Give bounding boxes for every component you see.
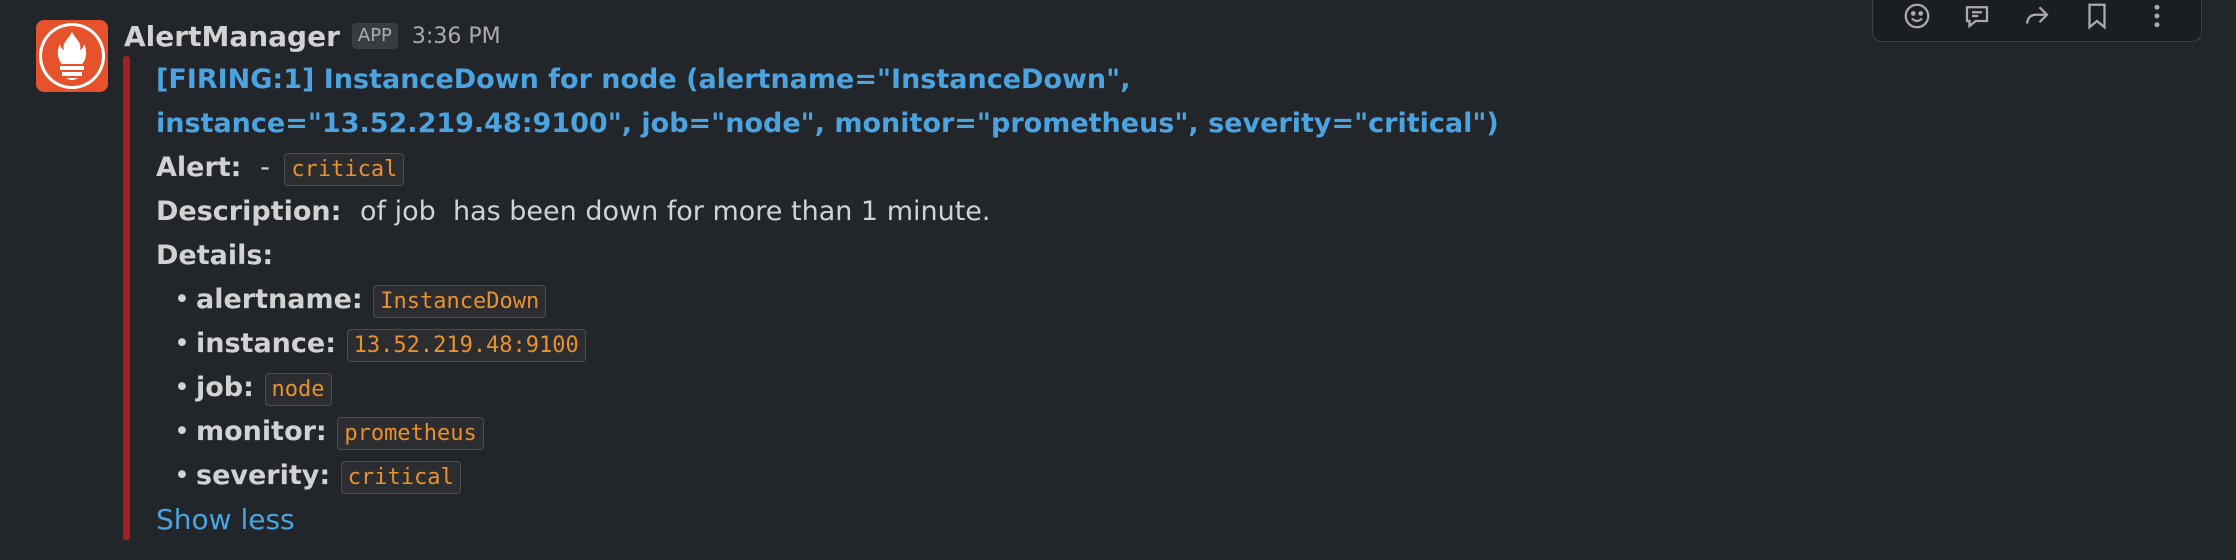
bullet: •	[174, 284, 190, 315]
message-actions-toolbar	[1872, 0, 2202, 42]
detail-key: instance:	[196, 328, 337, 359]
detail-value: prometheus	[337, 417, 484, 450]
alert-row: Alert: - critical	[156, 146, 2056, 190]
detail-key: severity:	[196, 460, 331, 491]
detail-value: InstanceDown	[373, 285, 547, 318]
avatar[interactable]	[36, 20, 108, 92]
alert-separator: -	[260, 152, 270, 183]
timestamp[interactable]: 3:36 PM	[412, 24, 501, 49]
alert-label: Alert:	[156, 152, 242, 183]
details-list: • alertname: InstanceDown • instance: 13…	[156, 278, 2056, 498]
detail-item: • job: node	[156, 366, 2056, 410]
bullet: •	[174, 460, 190, 491]
share-message-button[interactable]	[2019, 0, 2055, 34]
detail-item: • instance: 13.52.219.48:9100	[156, 322, 2056, 366]
bullet: •	[174, 416, 190, 447]
alert-value: critical	[284, 153, 405, 186]
detail-value: critical	[340, 461, 461, 494]
bullet: •	[174, 328, 190, 359]
prometheus-logo-icon	[39, 23, 105, 89]
bookmark-icon	[2088, 3, 2106, 30]
description-label: Description:	[156, 196, 342, 227]
attachment-color-bar	[123, 56, 130, 540]
details-label: Details:	[156, 240, 274, 271]
message-header: AlertManager APP 3:36 PM	[124, 14, 501, 58]
more-actions-button[interactable]	[2139, 0, 2175, 34]
detail-value: node	[264, 373, 332, 406]
app-badge: APP	[351, 23, 398, 49]
bullet: •	[174, 372, 190, 403]
description-row: Description: of job has been down for mo…	[156, 190, 2056, 234]
detail-key: alertname:	[196, 284, 363, 315]
alert-attachment: [FIRING:1] InstanceDown for node (alertn…	[156, 58, 2056, 542]
detail-item: • monitor: prometheus	[156, 410, 2056, 454]
detail-key: job:	[196, 372, 254, 403]
detail-item: • alertname: InstanceDown	[156, 278, 2056, 322]
sender-name[interactable]: AlertManager	[124, 20, 340, 53]
show-less-link[interactable]: Show less	[156, 498, 2056, 542]
add-reaction-button[interactable]	[1899, 0, 1935, 34]
alert-title-line: [FIRING:1] InstanceDown for node (alertn…	[156, 64, 1131, 95]
message: AlertManager APP 3:36 PM [FIRING:1] Inst…	[0, 0, 2236, 560]
save-message-button[interactable]	[2079, 0, 2115, 34]
detail-value: 13.52.219.48:9100	[346, 329, 586, 362]
more-actions-icon	[2154, 4, 2160, 28]
detail-key: monitor:	[196, 416, 327, 447]
emoji-reaction-icon	[1904, 3, 1930, 29]
share-icon	[2025, 6, 2049, 24]
reply-thread-icon	[1965, 6, 1989, 29]
alert-title-link[interactable]: [FIRING:1] InstanceDown for node (alertn…	[156, 58, 2056, 146]
detail-item: • severity: critical	[156, 454, 2056, 498]
description-text: of job has been down for more than 1 min…	[360, 196, 991, 227]
alert-title-line: instance="13.52.219.48:9100", job="node"…	[156, 108, 1499, 139]
reply-in-thread-button[interactable]	[1959, 0, 1995, 34]
